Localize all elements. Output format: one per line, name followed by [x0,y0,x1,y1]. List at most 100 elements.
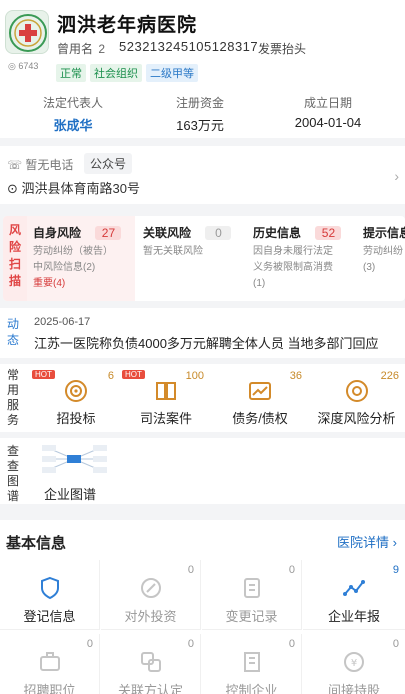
grid-count: 0 [288,638,295,650]
history-info-title: 历史信息 [253,226,302,240]
risk-side-char: 风 [8,223,21,237]
dynamic-side-char: 动 [7,317,20,331]
history-info-card[interactable]: 历史信息 52 因自身未履行法定 义务被限制高消费 (1) [247,216,355,301]
services-side-char: 常 [7,368,20,382]
grid-label: 控制企业 [225,683,278,694]
grid-label: 招聘职位 [23,683,76,694]
risk-scan-label: 风 险 扫 描 [3,216,27,301]
enterprise-graph[interactable]: 查 查 图 谱 企业图谱 [0,438,405,504]
grid-job-postings[interactable]: 0 招聘职位 [0,634,100,694]
contact-section[interactable]: ☏ 暂无电话 公众号 ⊙ 泗洪县体育南路30号 › [0,146,405,204]
chevron-right-icon[interactable]: › [394,168,399,184]
grid-count: 9 [392,564,399,576]
phone-text: 暂无电话 [25,158,74,172]
key-info-row: 法定代表人 张成华 注册资金 163万元 成立日期 2004-01-04 [0,94,405,134]
history-info-count: 52 [315,226,342,240]
notice-info-card[interactable]: 提示信息 劳动纠纷 (3) [357,216,405,301]
self-risk-line: 劳动纠纷（被告） [33,246,113,257]
news-headline[interactable]: 江苏一医院称负债4000多万元解聘全体人员 当地多部门回应 [34,333,379,352]
hospital-logo-icon [5,10,49,54]
notice-info-line: (3) [363,262,376,273]
notice-info-line: 劳动纠纷 [363,246,403,257]
hot-badge: HOT [32,370,55,379]
phone-row[interactable]: ☏ 暂无电话 [7,156,73,173]
briefcase-icon [39,652,60,671]
registered-capital-value: 163万元 [176,118,224,133]
self-risk-card[interactable]: 自身风险 27 劳动纠纷（被告） 中风险信息(2) 重要(4) [27,216,135,301]
hospital-details-link[interactable]: 医院详情 › [337,532,397,551]
related-risk-line: 暂无关联风险 [143,246,203,257]
book-icon [156,382,176,400]
service-count: 226 [380,370,399,382]
address-text: 泗洪县体育南路30号 [21,181,140,196]
eye-icon: ◎ [8,61,16,71]
service-debt[interactable]: 36 债务/债权 [212,364,308,432]
self-risk-line: 中风险信息(2) [33,262,96,273]
founded-date: 成立日期 2004-01-04 [283,94,373,130]
grid-change-log[interactable]: 0 变更记录 [202,560,302,630]
service-judicial[interactable]: HOT 100 司法案件 [122,364,210,432]
founded-date-label: 成立日期 [303,96,352,110]
former-names-label: 曾用名 [57,42,94,56]
grid-count: 0 [392,638,399,650]
graph-side-char: 图 [7,474,20,488]
graph-side-char: 谱 [7,489,20,503]
services-side-char: 务 [7,413,20,427]
grid-label: 登记信息 [23,609,76,624]
trend-line-icon [343,580,365,596]
services-side-char: 服 [7,398,20,412]
history-info-line: 因自身未履行法定 [253,246,333,257]
graph-side-char: 查 [7,444,20,458]
grid-label: 变更记录 [225,609,278,624]
wechat-account-button[interactable]: 公众号 [84,153,133,174]
related-risk-count: 0 [205,226,232,240]
grid-registration-info[interactable]: 登记信息 [0,560,100,630]
coin-stack-icon: ¥ [344,652,364,672]
service-deep-risk[interactable]: 226 深度风险分析 [308,364,405,432]
invoice-title-button[interactable]: 发票抬头 [258,40,306,57]
grid-investments[interactable]: 0 对外投资 [101,560,201,630]
former-names-link[interactable]: 曾用名 2 [57,40,105,57]
self-risk-count: 27 [95,226,122,240]
registered-capital: 注册资金 163万元 [165,94,235,134]
credit-code[interactable]: 523213245105128317 [119,39,258,54]
risk-side-char: 扫 [8,257,21,271]
notice-info-title: 提示信息 [363,226,405,240]
chart-card-icon [249,382,271,400]
risk-side-char: 险 [8,240,21,254]
address-row[interactable]: ⊙ 泗洪县体育南路30号 [7,178,140,197]
basic-info-section: 基本信息 医院详情 › 登记信息 0 对外投资 0 变更记录 9 企业年报 0 … [0,520,405,694]
grid-annual-report[interactable]: 9 企业年报 [303,560,405,630]
grid-label: 关联方认定 [117,683,183,694]
history-info-line: 义务被限制高消费 [253,262,333,273]
service-label: 债务/债权 [232,411,288,426]
dynamic-news[interactable]: 动 态 2025-06-17 江苏一医院称负债4000多万元解聘全体人员 当地多… [0,308,405,358]
svg-text:¥: ¥ [351,658,357,669]
service-count: 100 [185,370,204,382]
type-badge: 社会组织 [90,64,142,82]
graph-side-char: 查 [7,459,20,473]
grid-count: 0 [86,638,93,650]
grid-label: 对外投资 [124,609,177,624]
service-bidding[interactable]: HOT 6 招投标 [32,364,120,432]
grid-controlled-companies[interactable]: 0 控制企业 [202,634,302,694]
news-date: 2025-06-17 [34,316,91,328]
common-services: 常 用 服 务 HOT 6 招投标 HOT 100 司法案件 36 债务/债权 … [0,364,405,432]
legal-rep-label: 法定代表人 [42,96,103,110]
graph-label: 企业图谱 [44,487,97,502]
service-count: 6 [107,370,114,382]
link-squares-icon [140,652,161,672]
former-names-count: 2 [98,42,106,56]
related-risk-card[interactable]: 关联风险 0 暂无关联风险 [137,216,245,301]
hot-badge: HOT [122,370,145,379]
grid-count: 0 [187,638,194,650]
service-label: 司法案件 [139,411,192,426]
grid-indirect-holdings[interactable]: 0 ¥ 间接持股 [303,634,405,694]
legal-rep[interactable]: 法定代表人 张成华 [38,94,108,134]
chevron-right-icon: › [392,535,397,550]
grid-related-party[interactable]: 0 关联方认定 [101,634,201,694]
risk-side-char: 描 [8,274,21,288]
legal-rep-value[interactable]: 张成华 [38,115,108,134]
founded-date-value: 2004-01-04 [294,115,362,130]
company-name: 泗洪老年病医院 [57,15,198,36]
